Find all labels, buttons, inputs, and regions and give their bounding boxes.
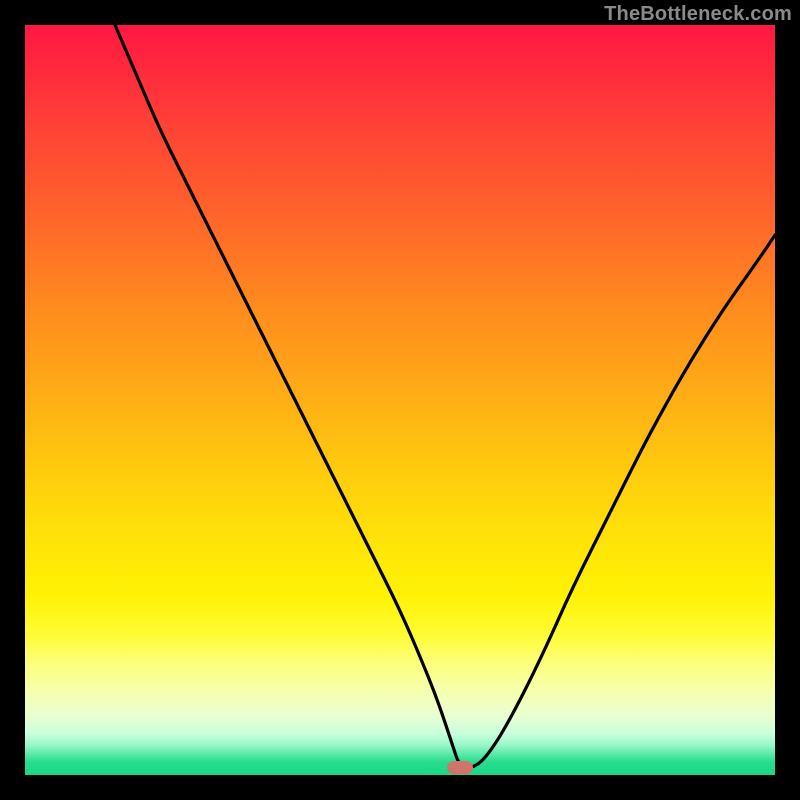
chart-frame: TheBottleneck.com [0,0,800,800]
optimum-marker [447,761,473,774]
bottleneck-curve [115,25,775,768]
watermark-text: TheBottleneck.com [604,3,792,26]
plot-area [25,25,775,775]
curve-svg [25,25,775,775]
